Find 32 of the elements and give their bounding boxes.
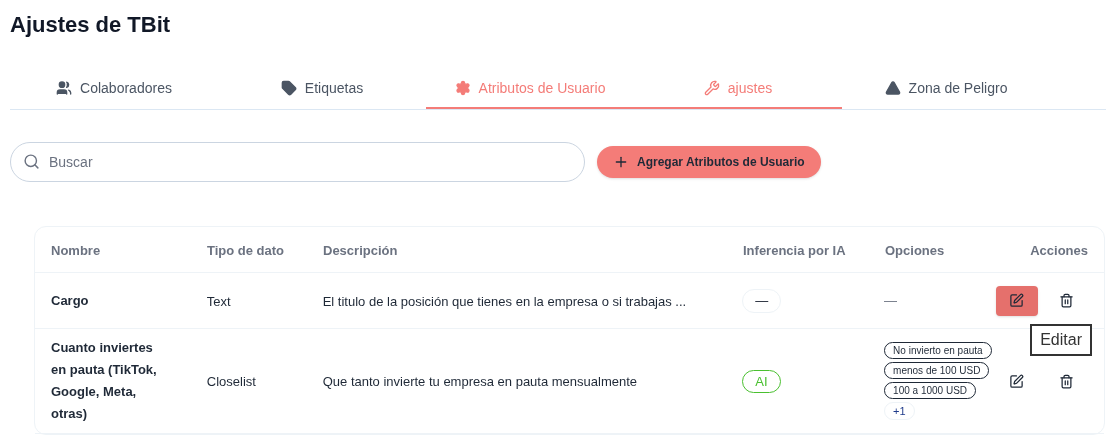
column-header: Opciones — [885, 242, 945, 258]
table-cell: Text — [206, 293, 231, 309]
edit-icon — [1009, 373, 1025, 389]
table-cell-text: Cuanto inviertes en pauta (TikTok, Google, Meta, otras) — [51, 339, 158, 423]
tab[interactable]: Zona de Peligro — [842, 69, 1050, 109]
table-cell: Que tanto invierte tu empresa en pauta mensualmente — [322, 374, 638, 389]
table-cell: El titulo de la posición que tienes en la empresa o si trabajas ... — [322, 293, 687, 309]
column-header: Tipo de dato — [207, 242, 285, 258]
edit-button[interactable] — [996, 285, 1038, 316]
add-button[interactable]: Agregar Atributos de Usuario — [597, 146, 821, 178]
tab[interactable]: Etiquetas — [218, 69, 426, 109]
column-header: Inferencia por IA — [743, 242, 846, 258]
users-icon — [56, 80, 73, 96]
page-title: Ajustes de TBit — [10, 11, 171, 39]
edit-icon — [1009, 293, 1025, 308]
plus-icon — [613, 154, 629, 170]
trash-icon — [1059, 293, 1075, 308]
search-field[interactable]: Buscar — [10, 142, 585, 182]
tooltip: Editar — [1030, 323, 1092, 356]
trash-icon — [1059, 373, 1075, 389]
warning-icon — [884, 80, 901, 96]
tag-icon — [280, 80, 297, 96]
tab[interactable]: Colaboradores — [10, 69, 218, 109]
column-header: Acciones — [1030, 242, 1088, 258]
wrench-icon — [703, 80, 720, 96]
column-header: Descripción — [323, 242, 398, 258]
gear-icon — [454, 80, 471, 96]
table-cell-text: — — [884, 291, 898, 310]
table-cell-text: Cargo — [51, 291, 90, 310]
column-header: Nombre — [51, 242, 101, 258]
search-icon — [23, 153, 40, 170]
table-cell: Closelist — [206, 374, 256, 389]
